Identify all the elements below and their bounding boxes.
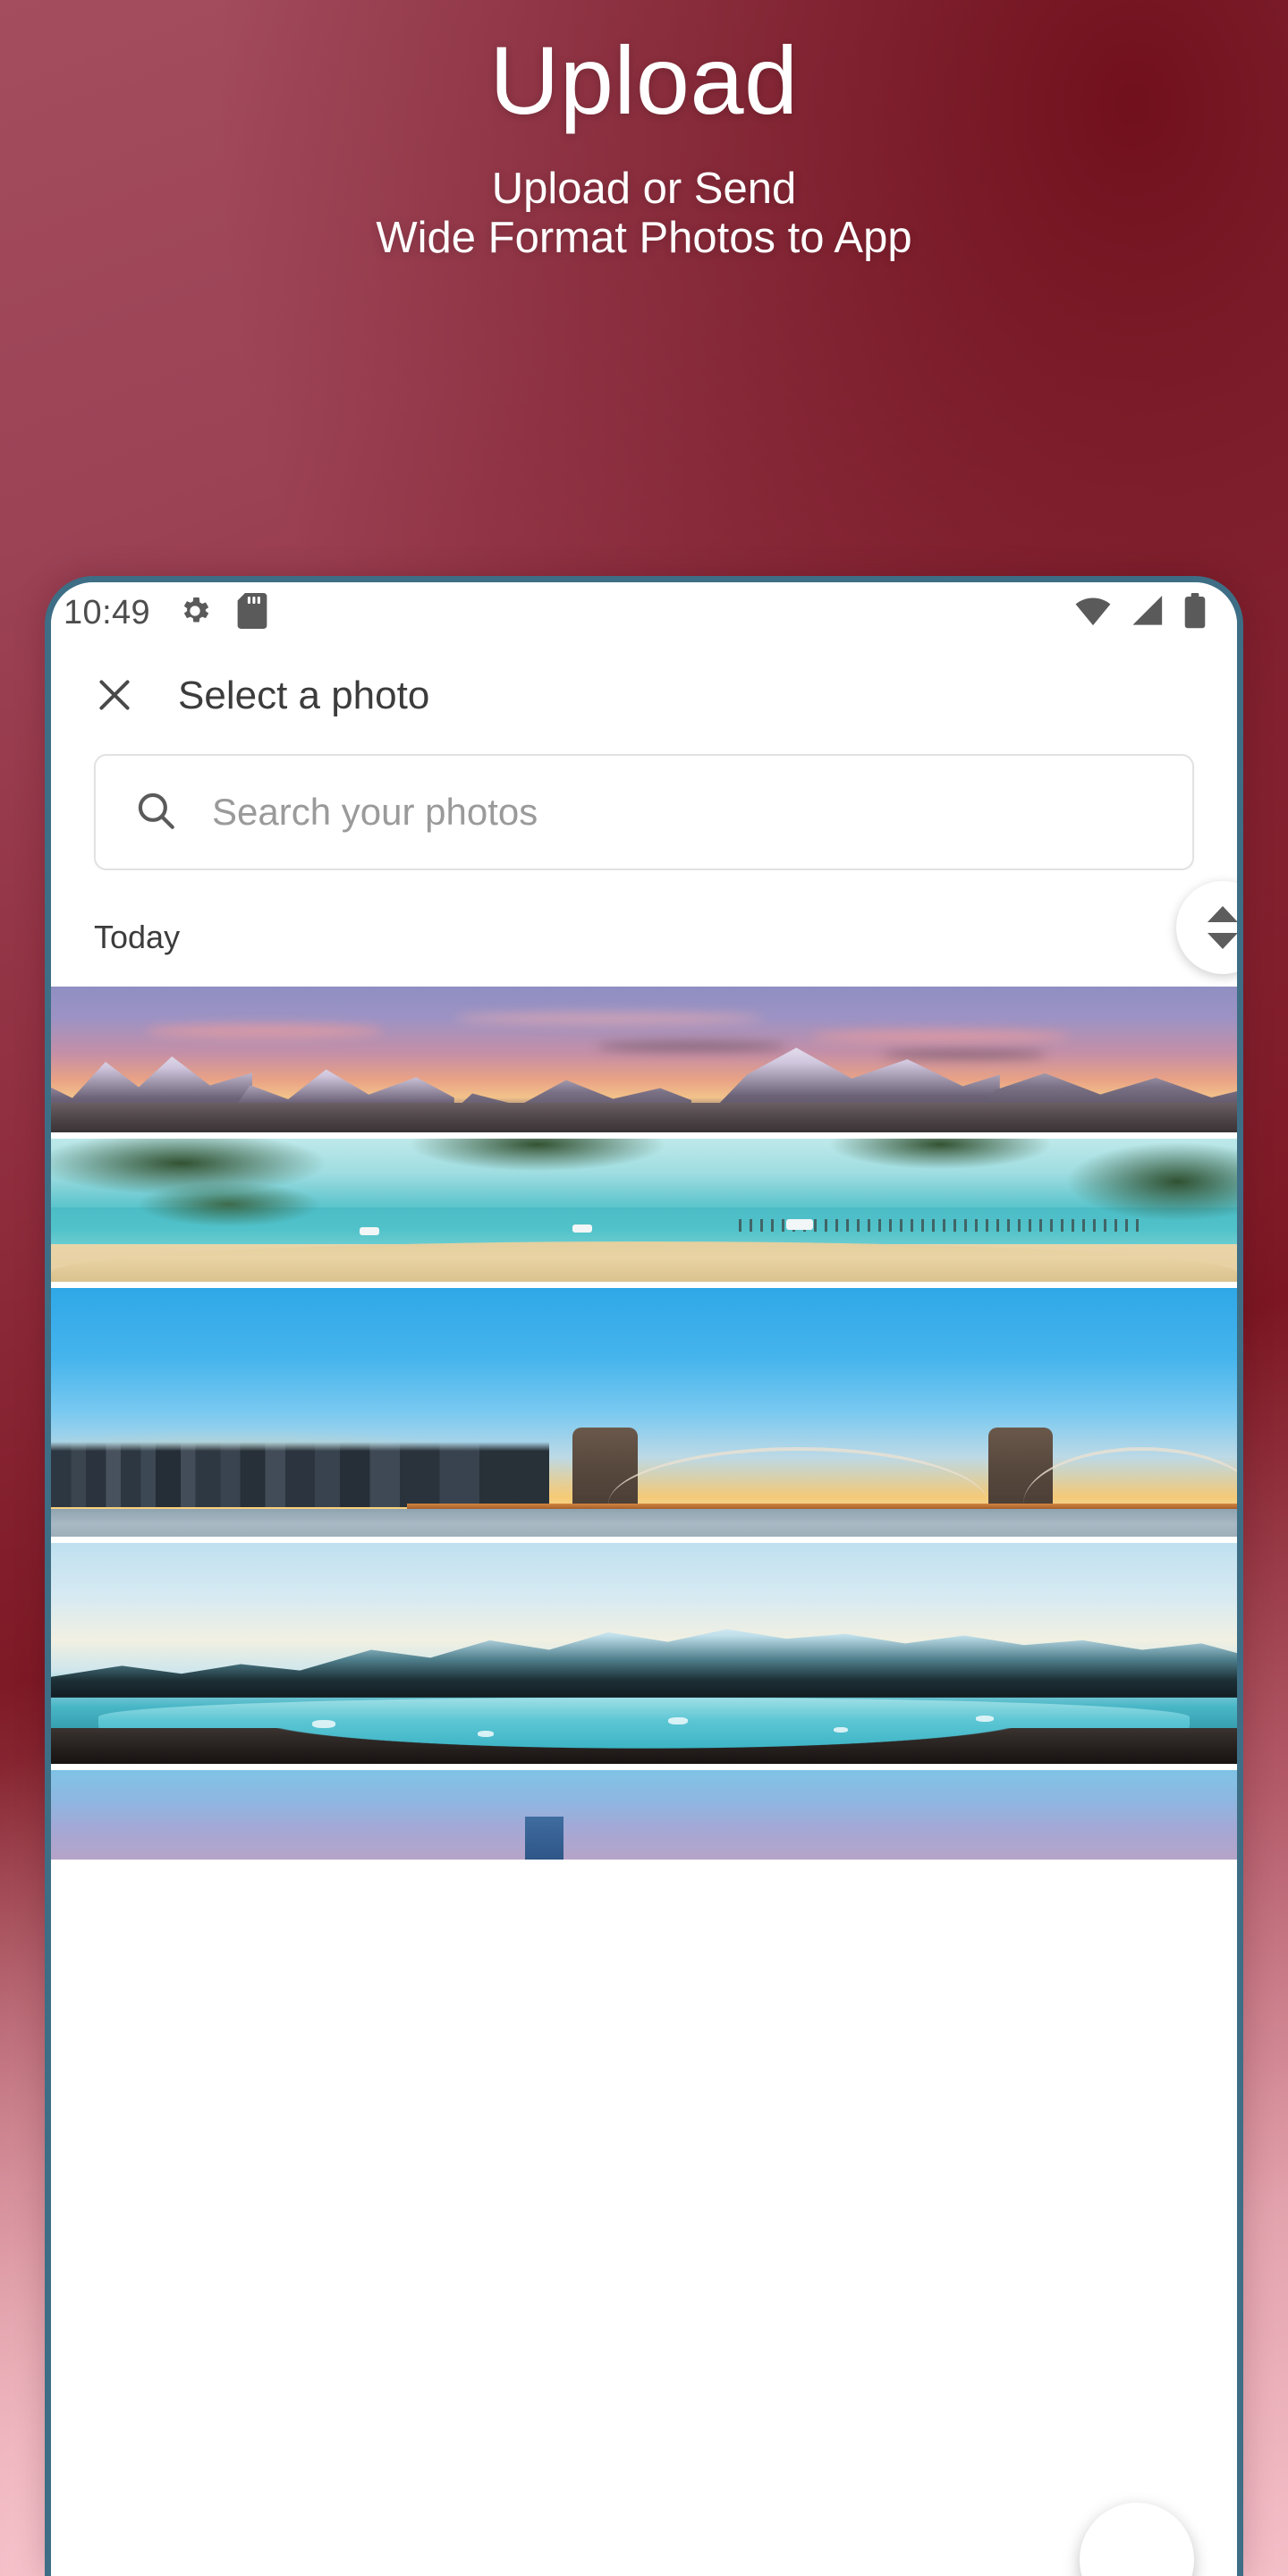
photo-list [51, 987, 1237, 1860]
triangle-up-icon [1208, 906, 1237, 922]
photo-thumbnail-2[interactable] [51, 1139, 1237, 1282]
photo-thumbnail-1[interactable] [51, 987, 1237, 1132]
photo-artwork-city-bridge [51, 1288, 1237, 1537]
photo-artwork-tropical-beach [51, 1139, 1237, 1282]
status-bar: 10:49 [51, 582, 1237, 643]
promo-title: Upload [489, 26, 799, 134]
promo-text-block: Upload Upload or Send Wide Format Photos… [0, 0, 1288, 263]
close-button[interactable] [87, 668, 142, 724]
search-container [51, 749, 1237, 870]
photo-thumbnail-4[interactable] [51, 1543, 1237, 1764]
triangle-down-icon [1208, 933, 1237, 949]
phone-screen: 10:49 Select a photo Search your photos … [51, 582, 1237, 2576]
section-header-row: Today [51, 870, 1237, 987]
scrollbar-thumb[interactable] [1176, 881, 1237, 974]
search-icon [133, 788, 178, 837]
fab-button[interactable] [1080, 2503, 1194, 2576]
photo-thumbnail-3[interactable] [51, 1288, 1237, 1537]
photo-thumbnail-5[interactable] [51, 1770, 1237, 1860]
promo-subtitle: Upload or Send Wide Format Photos to App [0, 165, 1288, 263]
search-input[interactable] [212, 791, 1155, 834]
promo-subtitle-line-1: Upload or Send [491, 165, 797, 213]
sd-card-icon [236, 592, 268, 633]
photo-artwork-twilight-city [51, 1770, 1237, 1860]
gear-icon [177, 593, 213, 633]
section-header-today: Today [94, 919, 181, 955]
page-title: Select a photo [178, 674, 430, 717]
battery-icon [1183, 592, 1207, 633]
phone-frame: 10:49 Select a photo Search your photos … [45, 576, 1243, 2576]
app-bar: Select a photo [51, 643, 1237, 749]
status-right-icons [1074, 592, 1207, 633]
wifi-icon [1074, 596, 1112, 631]
close-icon [92, 673, 137, 720]
photo-artwork-mountains-sunset [51, 987, 1237, 1132]
signal-icon [1130, 595, 1165, 631]
promo-subtitle-line-2: Wide Format Photos to App [376, 213, 912, 262]
search-bar[interactable] [94, 754, 1194, 870]
status-left-icons [177, 592, 268, 633]
photo-artwork-glacial-lake [51, 1543, 1237, 1764]
status-time: 10:49 [64, 593, 151, 631]
